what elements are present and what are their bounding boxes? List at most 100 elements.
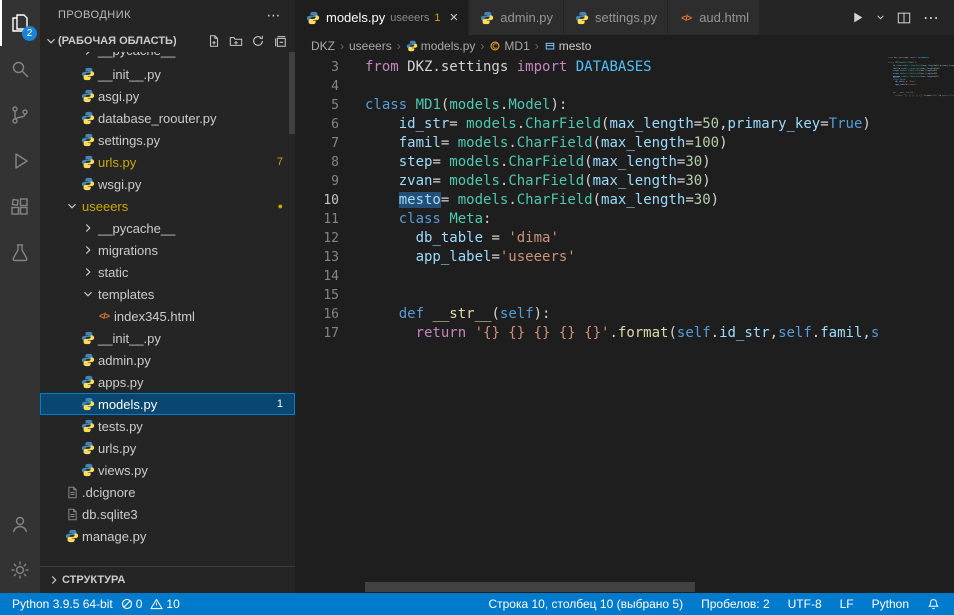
run-button[interactable] <box>851 11 864 24</box>
breadcrumb-separator: › <box>394 39 404 53</box>
workspace-section-header[interactable]: (РАБОЧАЯ ОБЛАСТЬ) ... <box>40 30 295 52</box>
problems-status[interactable]: 0 10 <box>117 597 184 611</box>
tree-item[interactable]: templates <box>40 283 295 305</box>
collapse-folders-icon[interactable] <box>273 34 287 48</box>
close-icon[interactable]: × <box>450 10 459 25</box>
tree-item[interactable]: views.py <box>40 459 295 481</box>
more-actions-icon[interactable]: ⋯ <box>923 8 940 28</box>
tree-item[interactable]: admin.py <box>40 349 295 371</box>
notifications-bell-icon[interactable] <box>923 598 944 611</box>
breadcrumb-item[interactable]: models.py <box>406 39 476 53</box>
tree-item[interactable]: settings.py <box>40 129 295 151</box>
tab-models-py[interactable]: models.py useeers 1 × <box>295 0 469 35</box>
minimap[interactable]: from DKZ.settings import DATABASESclass … <box>888 57 954 580</box>
code-line[interactable]: 7 famil= models.CharField(max_length=100… <box>295 134 888 153</box>
tree-item[interactable]: urls.py <box>40 437 295 459</box>
code-text: id_str= models.CharField(max_length=50,p… <box>365 115 871 134</box>
tree-item[interactable]: __init__.py <box>40 327 295 349</box>
tab-settings-py[interactable]: settings.py <box>564 0 668 35</box>
tree-item[interactable]: manage.py <box>40 525 295 547</box>
code-editor[interactable]: 3from DKZ.settings import DATABASES45cla… <box>295 57 954 593</box>
tab-problems-badge: 1 <box>434 12 440 24</box>
tree-item[interactable]: apps.py <box>40 371 295 393</box>
tree-item[interactable]: wsgi.py <box>40 173 295 195</box>
new-file-icon[interactable] <box>207 34 221 48</box>
breadcrumb-item[interactable]: useeers <box>349 39 392 53</box>
code-line[interactable]: 13 app_label='useeers' <box>295 248 888 267</box>
tab-admin-py[interactable]: admin.py <box>469 0 564 35</box>
outline-section-header[interactable]: СТРУКТУРА <box>40 566 295 593</box>
code-line[interactable]: 16 def __str__(self): <box>295 305 888 324</box>
horizontal-scrollbar[interactable] <box>365 582 695 592</box>
code-line[interactable]: 10 mesto= models.CharField(max_length=30… <box>295 191 888 210</box>
chevron-down-icon <box>64 199 80 213</box>
tree-item[interactable]: database_roouter.py <box>40 107 295 129</box>
tree-item[interactable]: models.py1 <box>40 393 295 415</box>
split-editor-button[interactable] <box>897 11 911 25</box>
explorer-actions <box>207 34 287 48</box>
breadcrumb-item[interactable]: DKZ <box>311 39 335 53</box>
code-line[interactable]: 17 return '{} {} {} {} {}'.format(self.i… <box>295 324 888 343</box>
python-interpreter-status[interactable]: Python 3.9.5 64-bit <box>8 597 117 611</box>
tree-item-label: urls.py <box>98 441 136 456</box>
cursor-position-status[interactable]: Строка 10, столбец 10 (выбрано 5) <box>484 597 687 611</box>
breadcrumb-item[interactable]: mesto <box>544 39 592 53</box>
tree-item-label: db.sqlite3 <box>82 507 138 522</box>
testing-flask-icon[interactable] <box>0 230 40 276</box>
tree-item[interactable]: __pycache__ <box>40 52 295 63</box>
line-number: 6 <box>295 115 339 134</box>
python-icon <box>406 40 418 52</box>
tab-aud-html[interactable]: </> aud.html <box>668 0 760 35</box>
code-line[interactable]: 15 <box>295 286 888 305</box>
tab-label: settings.py <box>595 10 657 25</box>
code-line[interactable]: 8 step= models.CharField(max_length=30) <box>295 153 888 172</box>
tree-item-label: models.py <box>98 397 157 412</box>
code-line[interactable]: 3from DKZ.settings import DATABASES <box>295 58 888 77</box>
editor-group: models.py useeers 1 × admin.py settings.… <box>295 0 954 593</box>
explorer-icon[interactable]: 2 <box>0 0 40 46</box>
run-dropdown-chevron-icon[interactable] <box>876 13 885 22</box>
tree-item-label: manage.py <box>82 529 146 544</box>
code-line[interactable]: 14 <box>295 267 888 286</box>
tree-item[interactable]: .dcignore <box>40 481 295 503</box>
tree-item[interactable]: useeers● <box>40 195 295 217</box>
source-control-icon[interactable] <box>0 92 40 138</box>
language-mode-status[interactable]: Python <box>868 597 913 611</box>
tree-item-label: useeers <box>82 199 128 214</box>
extensions-icon[interactable] <box>0 184 40 230</box>
refresh-icon[interactable] <box>251 34 265 48</box>
line-number: 5 <box>295 96 339 115</box>
chevron-right-icon <box>80 52 96 58</box>
tree-item-label: __pycache__ <box>98 221 175 236</box>
text-file-icon <box>64 486 80 499</box>
more-actions-icon[interactable]: ⋯ <box>267 7 282 24</box>
eol-status[interactable]: LF <box>836 597 858 611</box>
account-icon[interactable] <box>0 501 40 547</box>
error-icon <box>121 598 133 610</box>
tree-item[interactable]: asgi.py <box>40 85 295 107</box>
tree-item[interactable]: migrations <box>40 239 295 261</box>
search-icon[interactable] <box>0 46 40 92</box>
tree-item[interactable]: tests.py <box>40 415 295 437</box>
encoding-status[interactable]: UTF-8 <box>784 597 826 611</box>
settings-gear-icon[interactable] <box>0 547 40 593</box>
code-line[interactable]: 4 <box>295 77 888 96</box>
tree-item[interactable]: __init__.py <box>40 63 295 85</box>
run-debug-icon[interactable] <box>0 138 40 184</box>
code-line[interactable]: 9 zvan= models.CharField(max_length=30) <box>295 172 888 191</box>
tree-item-label: urls.py <box>98 155 136 170</box>
tree-item[interactable]: db.sqlite3 <box>40 503 295 525</box>
indentation-status[interactable]: Пробелов: 2 <box>697 597 774 611</box>
code-line[interactable]: 11 class Meta: <box>295 210 888 229</box>
tree-item[interactable]: urls.py7 <box>40 151 295 173</box>
tree-item[interactable]: __pycache__ <box>40 217 295 239</box>
breadcrumb-item[interactable]: MD1 <box>489 39 529 53</box>
tree-item[interactable]: </>index345.html <box>40 305 295 327</box>
code-line[interactable]: 6 id_str= models.CharField(max_length=50… <box>295 115 888 134</box>
line-number: 7 <box>295 134 339 153</box>
code-line[interactable]: 5class MD1(models.Model): <box>295 96 888 115</box>
tree-item[interactable]: static <box>40 261 295 283</box>
code-line[interactable]: 12 db_table = 'dima' <box>295 229 888 248</box>
new-folder-icon[interactable] <box>229 34 243 48</box>
tree-item-label: database_roouter.py <box>98 111 217 126</box>
